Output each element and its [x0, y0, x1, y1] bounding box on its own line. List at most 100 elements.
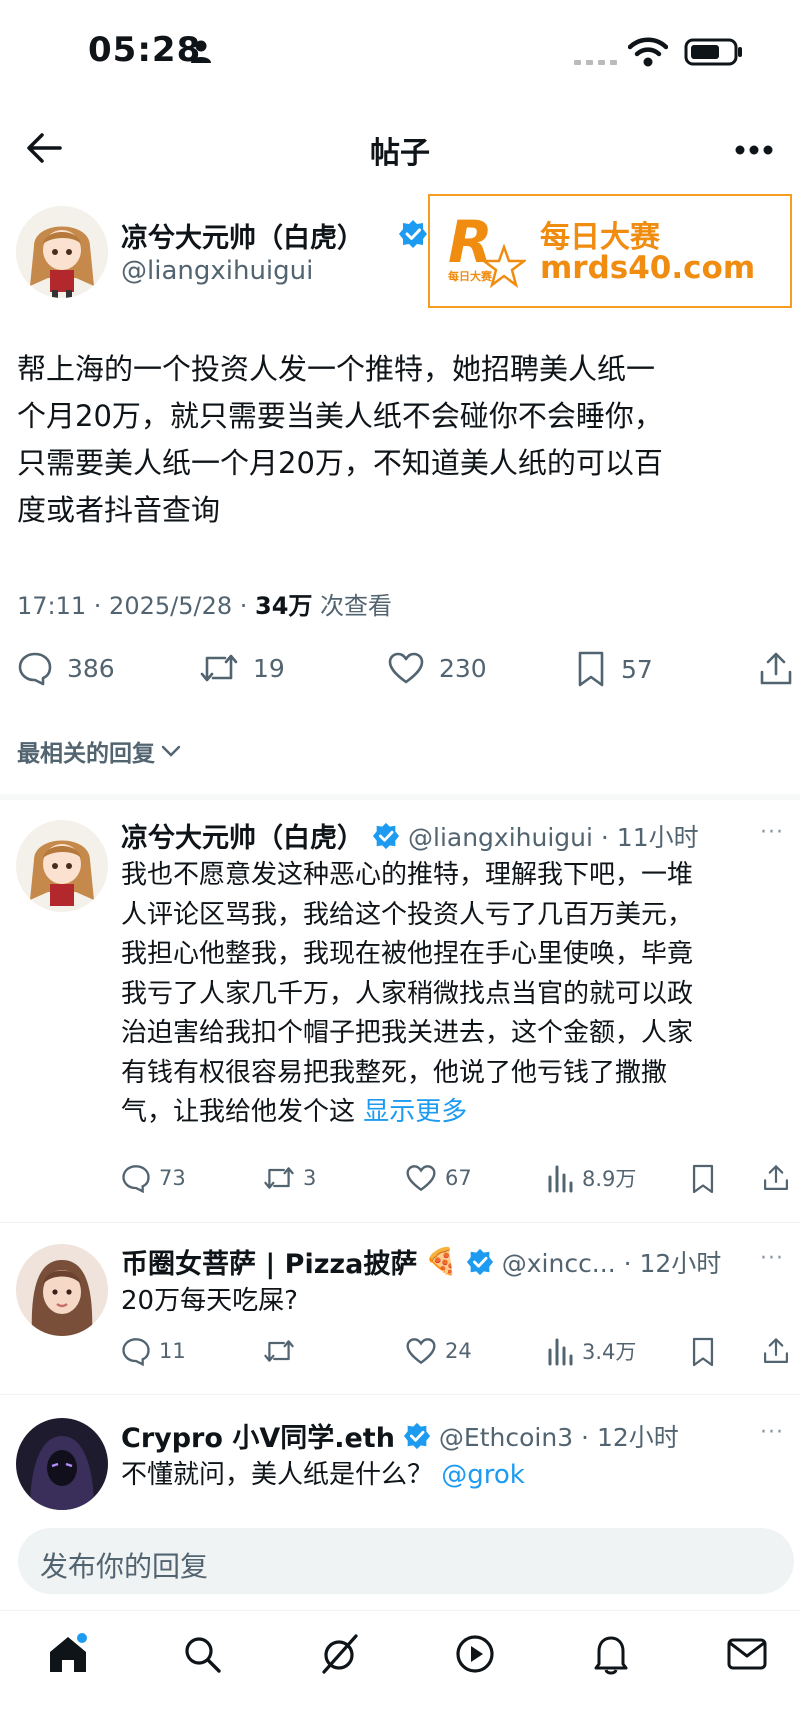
comment-icon: [122, 1338, 150, 1366]
reply-handle-time[interactable]: @Ethcoin3 · 12小时: [439, 1418, 679, 1454]
reply-handle-time[interactable]: @xincc... · 12小时: [502, 1244, 722, 1280]
reply-comment-count: 73: [159, 1166, 186, 1190]
replies-sort-label: 最相关的回复: [17, 741, 155, 767]
verified-badge-icon: [399, 220, 427, 248]
bookmark-icon[interactable]: [690, 1163, 716, 1195]
heart-icon: [388, 652, 424, 684]
reply-retweet-count: 3: [303, 1166, 317, 1190]
reply-text-line: 人评论区骂我，我给这个投资人亏了几百万美元，: [121, 899, 694, 930]
reply-comment-count: 11: [159, 1339, 186, 1363]
retweet-icon: [264, 1167, 294, 1189]
battery-icon: [684, 38, 742, 66]
reply-text-line: 我也不愿意发这种恶心的推特，理解我下吧，一堆: [121, 860, 694, 890]
hooded-figure-avatar-image: [16, 1418, 108, 1510]
anime-avatar-image: [16, 206, 108, 298]
reply-handle-time[interactable]: @liangxihuigui · 11小时: [408, 818, 699, 854]
mention-link[interactable]: @grok: [441, 1460, 525, 1490]
home-icon[interactable]: [46, 1632, 90, 1676]
reply-count: 386: [67, 653, 115, 683]
reply-comment-action[interactable]: 11: [121, 1336, 186, 1366]
comment-icon: [18, 652, 52, 686]
author-avatar[interactable]: [16, 206, 108, 298]
reply-more-icon[interactable]: ···: [760, 1420, 784, 1445]
post-timestamp: 17:11 · 2025/5/28 ·: [17, 592, 255, 620]
reply-author-name[interactable]: Crypro 小V同学.eth: [121, 1416, 395, 1455]
reply-like-count: 67: [445, 1166, 472, 1190]
reply-avatar[interactable]: [16, 1418, 108, 1510]
reply-retweet-action[interactable]: 3: [263, 1163, 316, 1193]
woman-avatar-image: [16, 1244, 108, 1336]
search-icon[interactable]: [182, 1634, 222, 1674]
reply-action[interactable]: 386: [17, 650, 115, 686]
video-icon[interactable]: [455, 1634, 495, 1674]
reply-author-name[interactable]: 凉兮大元帅（白虎）: [121, 816, 364, 855]
reply-more-icon[interactable]: ···: [760, 820, 784, 845]
post-text-line: 个月20万，就只需要当美人纸不会碰你不会睡你，: [17, 399, 663, 433]
reply-text: 20万每天吃屎?: [121, 1286, 298, 1316]
reply-text-line-last: 气，让我给他发个这 显示更多: [121, 1093, 791, 1133]
pizza-emoji-icon: 🍕: [425, 1246, 458, 1277]
reply-retweet-action[interactable]: [263, 1336, 303, 1366]
reply-views-count: 8.9万: [582, 1167, 637, 1191]
reply-text-line: 我担心他整我，我现在被他捏在手心里使唤，毕竟: [121, 939, 694, 969]
reply-avatar[interactable]: [16, 820, 108, 912]
reply-text: 不懂就问，美人纸是什么？ @grok: [121, 1456, 525, 1496]
retweet-action[interactable]: 19: [199, 650, 285, 686]
reply-text-line: 我亏了人家几千万，人家稍微找点当官的就可以政: [121, 978, 694, 1009]
reply-text-line: 治迫害给我扣个帽子把我关进去，这个金额，人家: [121, 1018, 694, 1048]
verified-badge-icon: [372, 822, 400, 849]
analytics-icon: [548, 1338, 573, 1366]
bookmark-icon[interactable]: [690, 1336, 716, 1368]
bookmark-action[interactable]: 57: [575, 650, 653, 688]
reply-like-action[interactable]: 24: [405, 1336, 472, 1366]
reply-header: 凉兮大元帅（白虎） @liangxihuigui · 11小时: [121, 816, 699, 855]
author-handle[interactable]: @liangxihuigui: [121, 256, 313, 286]
post-views-count: 34万: [255, 592, 313, 620]
chevron-down-icon: [161, 745, 181, 757]
verified-badge-icon: [466, 1248, 493, 1275]
ad-logo-sub: 每日大赛: [448, 270, 492, 283]
post-text-line: 度或者抖音查询: [17, 493, 221, 527]
person-icon: [191, 40, 211, 63]
reply-comment-action[interactable]: 73: [121, 1163, 186, 1193]
page-title: 帖子: [370, 136, 430, 171]
post-views-label: 次查看: [312, 592, 393, 620]
status-time: 05:28: [88, 30, 202, 70]
post-text-line: 只需要美人纸一个月20万，不知道美人纸的可以百: [17, 446, 663, 480]
share-icon[interactable]: [762, 1162, 790, 1194]
ad-url: mrds40.com: [540, 250, 756, 286]
analytics-icon: [548, 1165, 573, 1193]
reply-header: 币圈女菩萨 | Pizza披萨 🍕 @xincc... · 12小时: [121, 1242, 721, 1281]
heart-icon: [406, 1165, 436, 1192]
reply-views-action[interactable]: 8.9万: [546, 1163, 636, 1193]
post-meta: 17:11 · 2025/5/28 · 34万 次查看: [17, 586, 392, 621]
nav-divider: [0, 1610, 800, 1611]
more-options-icon[interactable]: [734, 144, 774, 156]
reply-like-action[interactable]: 67: [405, 1163, 472, 1193]
grok-icon[interactable]: [318, 1632, 362, 1676]
section-divider: [0, 794, 800, 800]
reply-input-placeholder[interactable]: 发布你的回复: [40, 1545, 208, 1585]
author-name[interactable]: 凉兮大元帅（白虎）: [121, 216, 364, 255]
replies-sort-dropdown[interactable]: 最相关的回复: [17, 734, 181, 768]
reply-divider: [0, 1222, 800, 1223]
bookmark-icon: [578, 651, 604, 687]
like-action[interactable]: 230: [387, 650, 487, 686]
reply-text: 我也不愿意发这种恶心的推特，理解我下吧，一堆 人评论区骂我，我给这个投资人亏了几…: [121, 856, 791, 1133]
share-icon[interactable]: [758, 650, 794, 688]
reply-text-body: 不懂就问，美人纸是什么？: [121, 1460, 442, 1490]
reply-like-count: 24: [445, 1339, 472, 1363]
like-count: 230: [439, 653, 487, 683]
reply-author-name[interactable]: 币圈女菩萨 | Pizza披萨: [121, 1242, 417, 1281]
anime-avatar-image: [16, 820, 108, 912]
mail-icon[interactable]: [726, 1636, 768, 1672]
reply-more-icon[interactable]: ···: [760, 1246, 784, 1271]
reply-avatar[interactable]: [16, 1244, 108, 1336]
show-more-link[interactable]: 显示更多: [363, 1097, 467, 1127]
post-text: 帮上海的一个投资人发一个推特，她招聘美人纸一 个月20万，就只需要当美人纸不会碰…: [17, 346, 787, 534]
retweet-icon: [264, 1340, 294, 1362]
share-icon[interactable]: [762, 1335, 790, 1367]
retweet-count: 19: [253, 653, 285, 683]
reply-views-action[interactable]: 3.4万: [546, 1336, 636, 1366]
bell-icon[interactable]: [591, 1632, 631, 1676]
